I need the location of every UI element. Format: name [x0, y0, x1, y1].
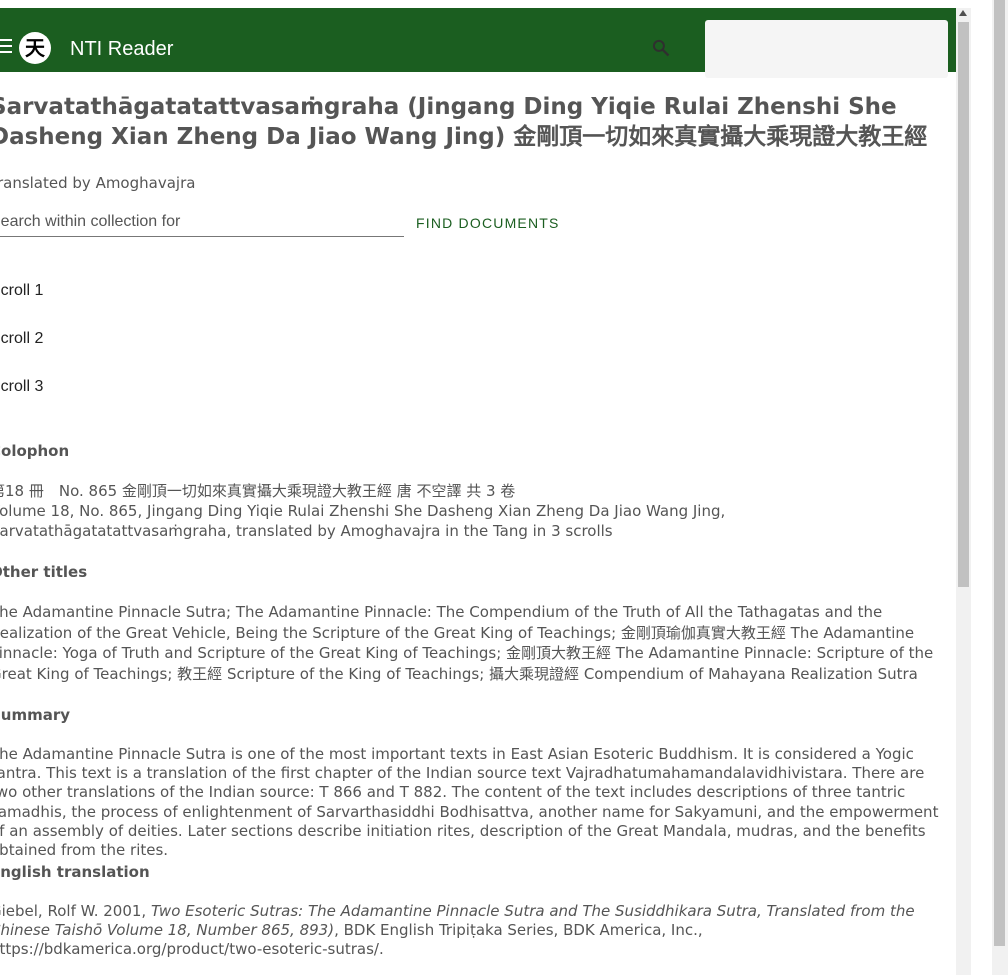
- window-scrollbar-thumb[interactable]: [994, 0, 1005, 946]
- find-documents-button[interactable]: FIND DOCUMENTS: [416, 215, 560, 231]
- menu-icon[interactable]: [0, 39, 12, 53]
- collection-search-input[interactable]: [0, 208, 404, 237]
- browser-top-strip: [0, 0, 956, 8]
- search-icon[interactable]: [651, 38, 671, 58]
- scroll-link-3[interactable]: Scroll 3: [0, 378, 43, 396]
- colophon-heading: Colophon: [0, 442, 70, 460]
- other-titles-text: The Adamantine Pinnacle Sutra; The Adama…: [0, 603, 934, 683]
- english-translation-citation: Giebel, Rolf W. 2001, Two Esoteric Sutra…: [0, 902, 955, 960]
- app-bar: 天 NTI Reader: [0, 8, 956, 78]
- citation-author: Giebel, Rolf W. 2001,: [0, 902, 151, 920]
- summary-heading: Summary: [0, 706, 71, 724]
- other-titles-heading: Other titles: [0, 563, 88, 581]
- colophon-line-chinese: 第18 冊 No. 865 金剛頂一切如來真實攝大乘現證大教王經 唐 不空譯 共…: [0, 482, 516, 500]
- scroll-up-arrow-icon[interactable]: [959, 10, 967, 16]
- document-title: Sarvatathāgatatattvasaṁgraha (Jingang Di…: [0, 94, 928, 150]
- scroll-link-2[interactable]: Scroll 2: [0, 330, 43, 348]
- english-translation-heading: English translation: [0, 863, 150, 881]
- app-title[interactable]: NTI Reader: [70, 38, 173, 61]
- app-logo[interactable]: 天: [19, 32, 51, 64]
- colophon-line-english: Volume 18, No. 865, Jingang Ding Yiqie R…: [0, 502, 726, 540]
- scroll-link-1[interactable]: Scroll 1: [0, 282, 43, 300]
- content-scrollbar-thumb[interactable]: [958, 22, 969, 587]
- translator-line: Translated by Amoghavajra: [0, 174, 196, 192]
- header-search-input[interactable]: [705, 20, 948, 78]
- summary-text: The Adamantine Pinnacle Sutra is one of …: [0, 745, 939, 860]
